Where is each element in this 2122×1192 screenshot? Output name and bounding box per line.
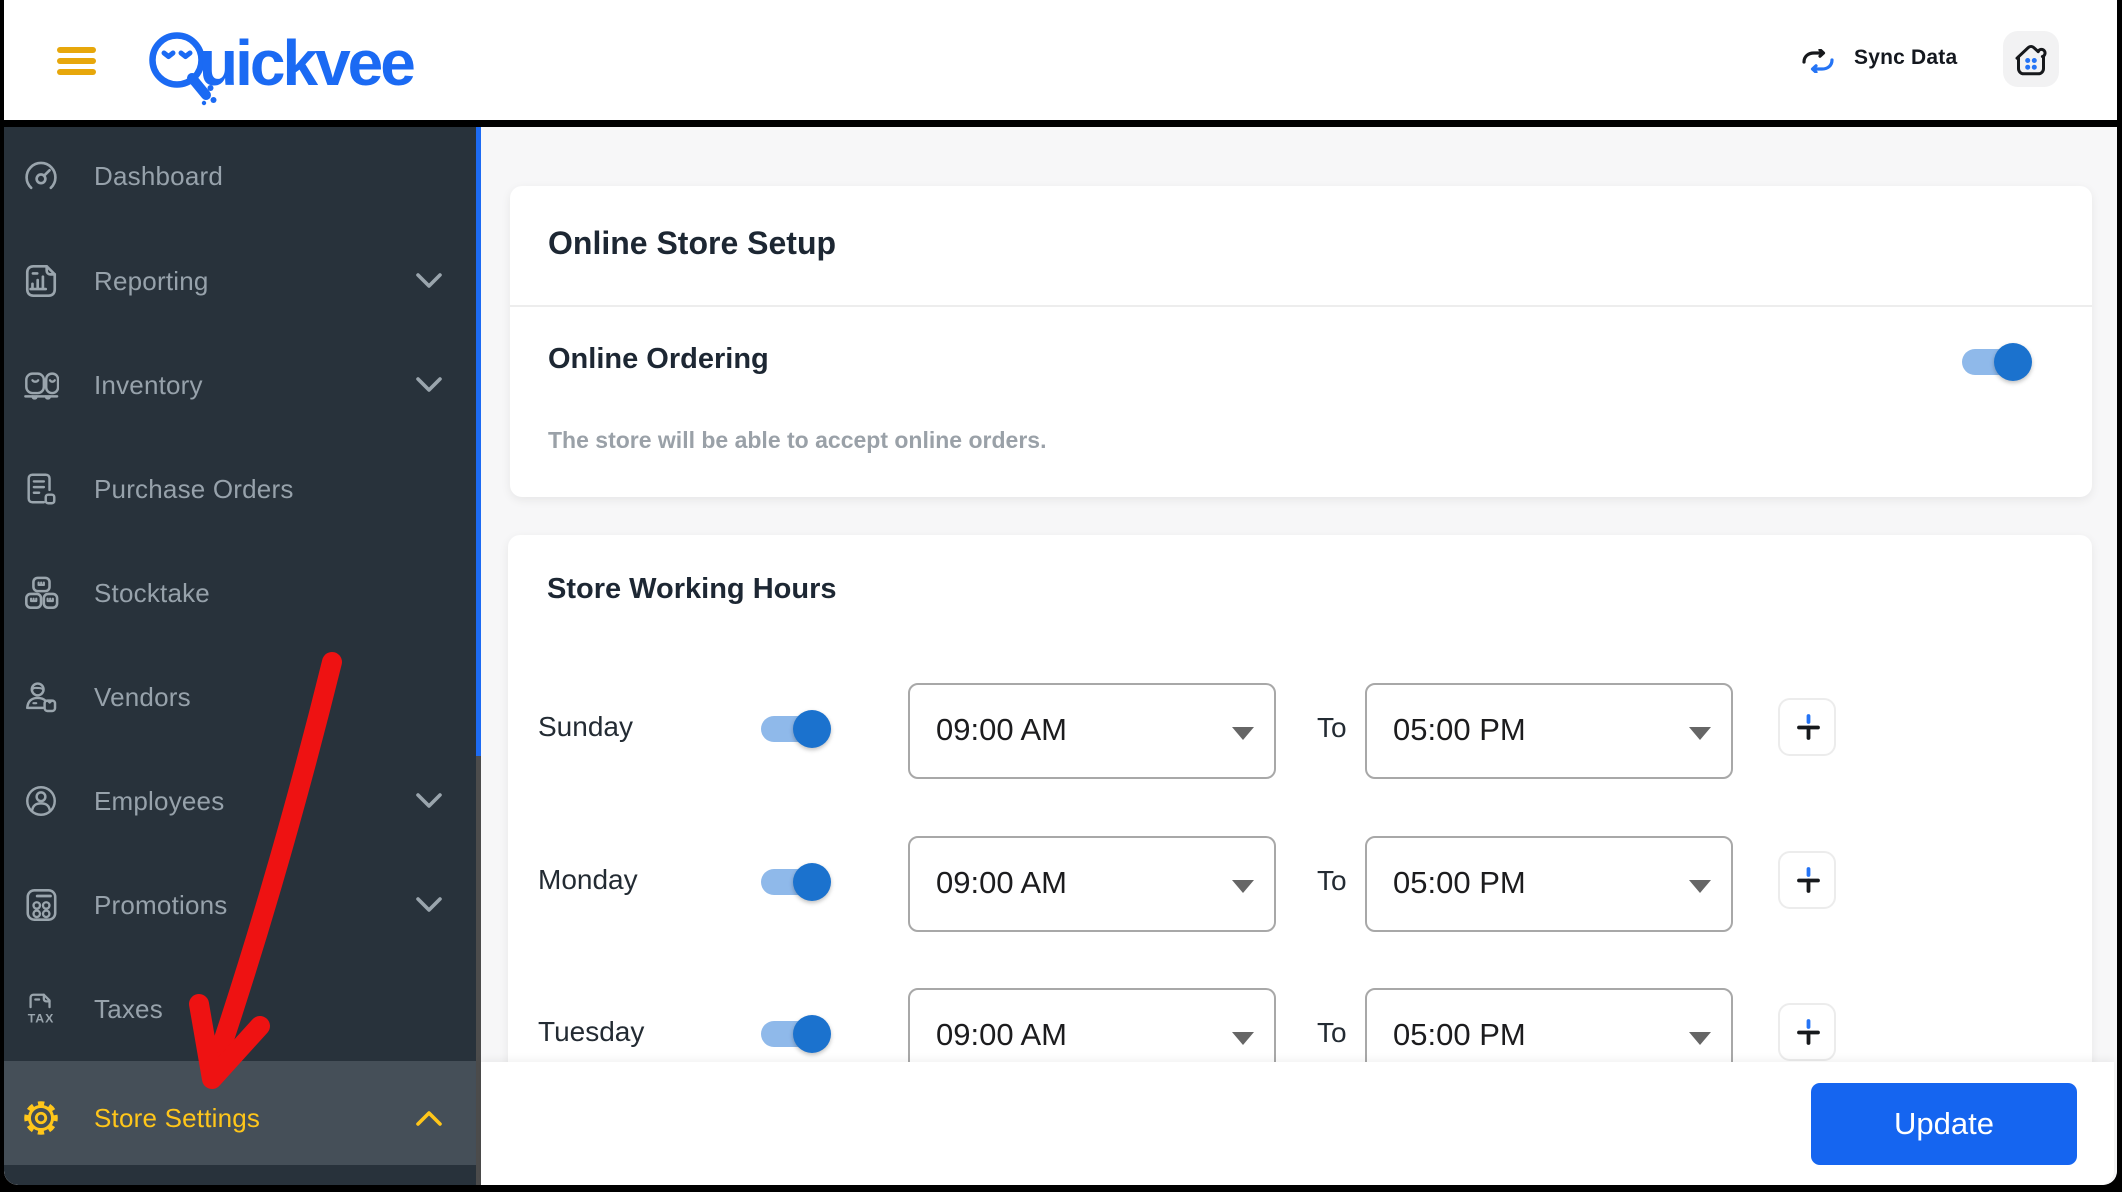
svg-text:TAX: TAX bbox=[28, 1011, 55, 1025]
